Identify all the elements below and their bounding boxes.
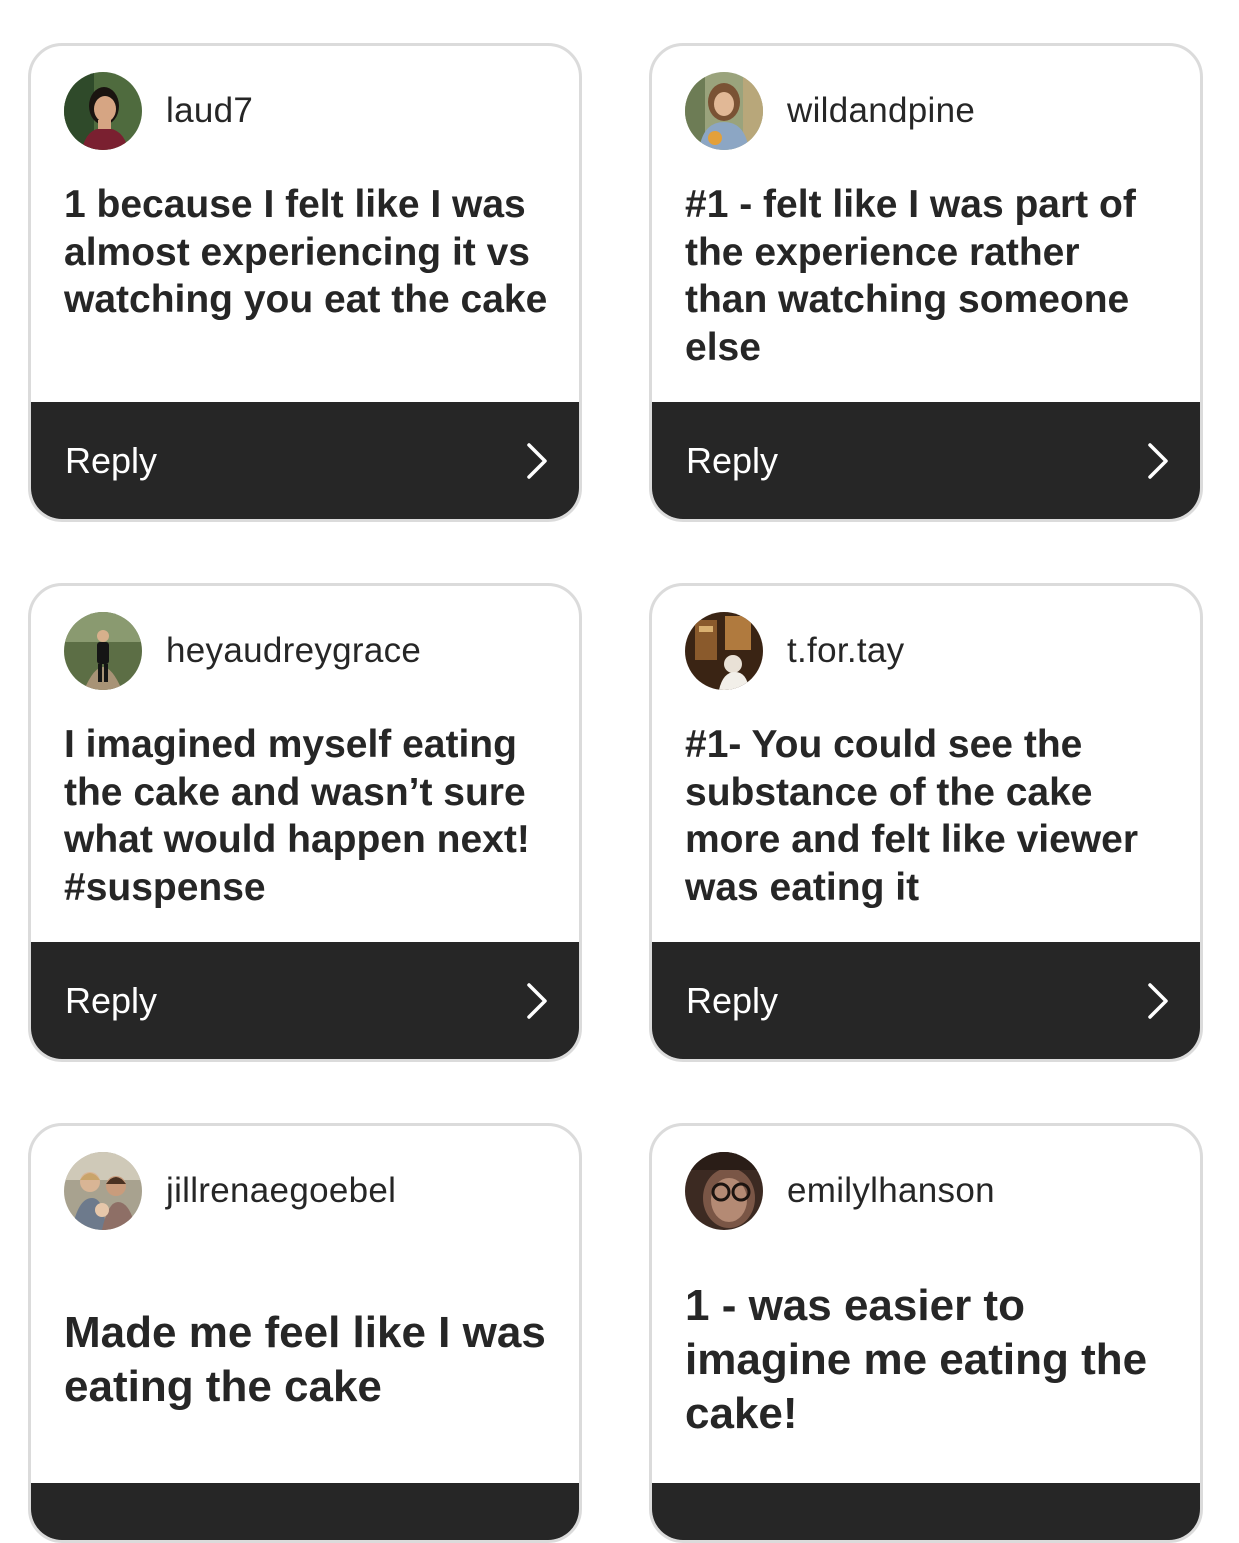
- avatar[interactable]: [685, 612, 763, 690]
- username[interactable]: jillrenaegoebel: [166, 1171, 396, 1211]
- reply-label: Reply: [65, 439, 158, 481]
- reply-button[interactable]: [652, 1483, 1200, 1540]
- comment-text: Made me feel like I was eating the cake: [64, 1308, 546, 1411]
- comment-header: t.for.tay: [685, 612, 904, 690]
- comment-text: 1 because I felt like I was almost exper…: [64, 183, 548, 321]
- comment-header: jillrenaegoebel: [64, 1152, 396, 1230]
- comment-text: I imagined myself eating the cake and wa…: [64, 723, 530, 909]
- avatar[interactable]: [64, 1152, 142, 1230]
- comment-header: laud7: [64, 72, 253, 150]
- comment-text: 1 - was easier to imagine me eating the …: [685, 1281, 1148, 1438]
- chevron-right-icon: [527, 982, 547, 1019]
- reply-button[interactable]: [31, 1483, 579, 1540]
- username[interactable]: emilylhanson: [787, 1171, 995, 1211]
- comment-card: heyaudreygrace I imagined myself eating …: [28, 583, 582, 1062]
- reply-button[interactable]: Reply: [652, 402, 1200, 519]
- username[interactable]: t.for.tay: [787, 631, 904, 671]
- comment-card: laud7 1 because I felt like I was almost…: [28, 43, 582, 522]
- chevron-right-icon: [1148, 982, 1168, 1019]
- reply-label: Reply: [686, 439, 779, 481]
- chevron-right-icon: [1148, 442, 1168, 479]
- comment-text: #1 - felt like I was part of the experie…: [685, 183, 1136, 369]
- username[interactable]: wildandpine: [787, 91, 975, 131]
- comment-header: emilylhanson: [685, 1152, 995, 1230]
- comment-card: t.for.tay #1- You could see the substanc…: [649, 583, 1203, 1062]
- comment-text: #1- You could see the substance of the c…: [685, 723, 1139, 909]
- reply-button[interactable]: Reply: [652, 942, 1200, 1059]
- comment-card: jillrenaegoebel Made me feel like I was …: [28, 1123, 582, 1543]
- avatar[interactable]: [64, 72, 142, 150]
- reply-label: Reply: [686, 979, 779, 1021]
- username[interactable]: laud7: [166, 91, 253, 131]
- avatar[interactable]: [685, 72, 763, 150]
- comment-card: wildandpine #1 - felt like I was part of…: [649, 43, 1203, 522]
- reply-label: Reply: [65, 979, 158, 1021]
- reply-button[interactable]: Reply: [31, 942, 579, 1059]
- avatar[interactable]: [64, 612, 142, 690]
- username[interactable]: heyaudreygrace: [166, 631, 421, 671]
- comment-header: heyaudreygrace: [64, 612, 421, 690]
- reply-button[interactable]: Reply: [31, 402, 579, 519]
- avatar[interactable]: [685, 1152, 763, 1230]
- chevron-right-icon: [527, 442, 547, 479]
- comment-header: wildandpine: [685, 72, 975, 150]
- comment-card: emilylhanson 1 - was easier to imagine m…: [649, 1123, 1203, 1543]
